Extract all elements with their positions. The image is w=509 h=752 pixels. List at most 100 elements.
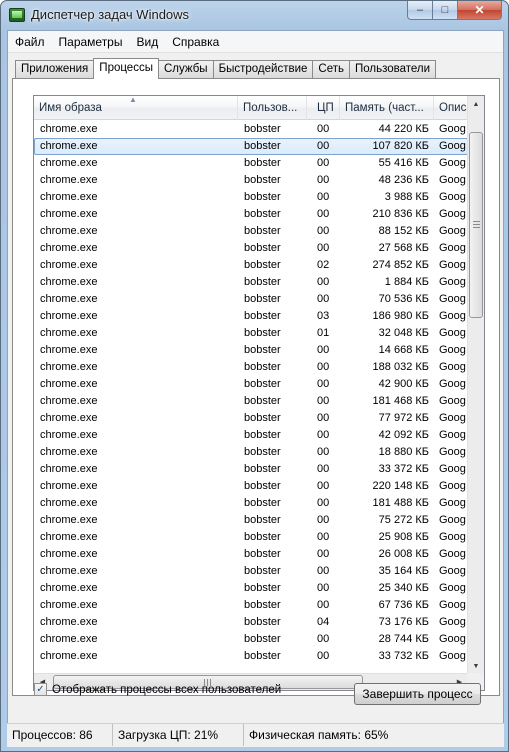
process-list[interactable]: Имя образа ▲ Пользов... ЦП Память (част.… [33,95,485,691]
tab-users[interactable]: Пользователи [349,60,437,79]
menu-help[interactable]: Справка [165,32,226,52]
process-memory: 55 416 КБ [378,157,429,169]
process-user: bobster [244,548,281,560]
show-all-processes-label[interactable]: Отображать процессы всех пользователей [52,684,281,696]
process-user: bobster [244,650,281,662]
process-row[interactable]: chrome.exe bobster 00 77 972 КБ Goog [34,410,468,427]
process-row[interactable]: chrome.exe bobster 00 26 008 КБ Goog [34,546,468,563]
process-memory: 28 744 КБ [378,633,429,645]
process-row[interactable]: chrome.exe bobster 00 42 092 КБ Goog [34,427,468,444]
column-memory[interactable]: Память (част... [340,96,434,120]
process-row[interactable]: chrome.exe bobster 00 14 668 КБ Goog [34,342,468,359]
menu-file[interactable]: Файл [8,32,52,52]
process-row[interactable]: chrome.exe bobster 00 18 880 КБ Goog [34,444,468,461]
process-row[interactable]: chrome.exe bobster 00 3 988 КБ Goog [34,189,468,206]
process-row[interactable]: chrome.exe bobster 00 107 820 КБ Goog [34,138,468,155]
process-cpu: 00 [317,599,330,611]
process-description: Goog [439,412,466,424]
process-row[interactable]: chrome.exe bobster 00 33 732 КБ Goog [34,648,468,665]
process-user: bobster [244,531,281,543]
column-user[interactable]: Пользов... [238,96,307,120]
process-row[interactable]: chrome.exe bobster 00 70 536 КБ Goog [34,291,468,308]
process-user: bobster [244,463,281,475]
tab-services[interactable]: Службы [157,60,214,79]
process-row[interactable]: chrome.exe bobster 00 55 416 КБ Goog [34,155,468,172]
grip-line [473,221,480,222]
menu-view[interactable]: Вид [129,32,165,52]
show-all-processes-option[interactable]: ✓ Отображать процессы всех пользователей [34,683,281,696]
process-description: Goog [439,514,466,526]
process-description: Goog [439,582,466,594]
process-description: Goog [439,191,466,203]
process-user: bobster [244,497,281,509]
process-user: bobster [244,208,281,220]
process-memory: 77 972 КБ [378,412,429,424]
process-user: bobster [244,378,281,390]
process-user: bobster [244,293,281,305]
process-row[interactable]: chrome.exe bobster 00 181 488 КБ Goog [34,495,468,512]
process-description: Goog [439,463,466,475]
process-row[interactable]: chrome.exe bobster 04 73 176 КБ Goog [34,614,468,631]
process-row[interactable]: chrome.exe bobster 00 220 148 КБ Goog [34,478,468,495]
vertical-scrollbar[interactable]: ▲ ▼ [467,96,484,675]
process-row[interactable]: chrome.exe bobster 00 75 272 КБ Goog [34,512,468,529]
process-memory: 42 092 КБ [378,429,429,441]
process-name: chrome.exe [40,174,98,186]
show-all-processes-checkbox[interactable]: ✓ [34,683,47,696]
process-name: chrome.exe [40,259,98,271]
process-row[interactable]: chrome.exe bobster 00 25 908 КБ Goog [34,529,468,546]
process-row[interactable]: chrome.exe bobster 02 274 852 КБ Goog [34,257,468,274]
process-row[interactable]: chrome.exe bobster 00 210 836 КБ Goog [34,206,468,223]
process-cpu: 00 [317,531,330,543]
process-cpu: 00 [317,582,330,594]
process-row[interactable]: chrome.exe bobster 00 35 164 КБ Goog [34,563,468,580]
process-user: bobster [244,276,281,288]
process-memory: 33 732 КБ [378,650,429,662]
maximize-button[interactable]: □ [433,1,458,20]
column-cpu[interactable]: ЦП [307,96,340,120]
process-row[interactable]: chrome.exe bobster 03 186 980 КБ Goog [34,308,468,325]
process-description: Goog [439,208,466,220]
minimize-button[interactable]: ‒ [407,1,433,20]
process-memory: 210 836 КБ [372,208,429,220]
process-memory: 75 272 КБ [378,514,429,526]
process-row[interactable]: chrome.exe bobster 01 32 048 КБ Goog [34,325,468,342]
tab-performance[interactable]: Быстродействие [212,60,314,79]
column-description[interactable]: Опис [434,96,468,120]
process-name: chrome.exe [40,616,98,628]
process-row[interactable]: chrome.exe bobster 00 28 744 КБ Goog [34,631,468,648]
title-bar[interactable]: Диспетчер задач Windows ‒ □ ✕ [1,1,508,29]
process-memory: 88 152 КБ [378,225,429,237]
status-bar: Процессов: 86 Загрузка ЦП: 21% Физическа… [7,723,504,747]
process-row[interactable]: chrome.exe bobster 00 88 152 КБ Goog [34,223,468,240]
process-row[interactable]: chrome.exe bobster 00 188 032 КБ Goog [34,359,468,376]
process-row[interactable]: chrome.exe bobster 00 1 884 КБ Goog [34,274,468,291]
process-description: Goog [439,361,466,373]
tab-applications[interactable]: Приложения [15,60,95,79]
process-row[interactable]: chrome.exe bobster 00 25 340 КБ Goog [34,580,468,597]
scroll-up-arrow-icon[interactable]: ▲ [468,96,484,113]
tab-networking[interactable]: Сеть [312,60,350,79]
process-row[interactable]: chrome.exe bobster 00 42 900 КБ Goog [34,376,468,393]
process-description: Goog [439,140,466,152]
status-physical-memory: Физическая память: 65% [249,728,389,742]
tab-processes[interactable]: Процессы [93,58,159,79]
process-description: Goog [439,633,466,645]
process-row[interactable]: chrome.exe bobster 00 33 372 КБ Goog [34,461,468,478]
process-row[interactable]: chrome.exe bobster 00 181 468 КБ Goog [34,393,468,410]
process-row[interactable]: chrome.exe bobster 00 48 236 КБ Goog [34,172,468,189]
process-row[interactable]: chrome.exe bobster 00 44 220 КБ Goog [34,121,468,138]
process-cpu: 00 [317,157,330,169]
process-memory: 42 900 КБ [378,378,429,390]
vertical-scroll-thumb[interactable] [469,132,483,318]
end-process-button[interactable]: Завершить процесс [354,683,481,705]
column-image-name[interactable]: Имя образа ▲ [34,96,238,120]
process-row[interactable]: chrome.exe bobster 00 67 736 КБ Goog [34,597,468,614]
process-memory: 188 032 КБ [372,361,429,373]
process-cpu: 00 [317,378,330,390]
close-button[interactable]: ✕ [458,1,502,20]
process-row[interactable]: chrome.exe bobster 00 27 568 КБ Goog [34,240,468,257]
menu-options[interactable]: Параметры [52,32,130,52]
process-memory: 48 236 КБ [378,174,429,186]
process-cpu: 00 [317,395,330,407]
